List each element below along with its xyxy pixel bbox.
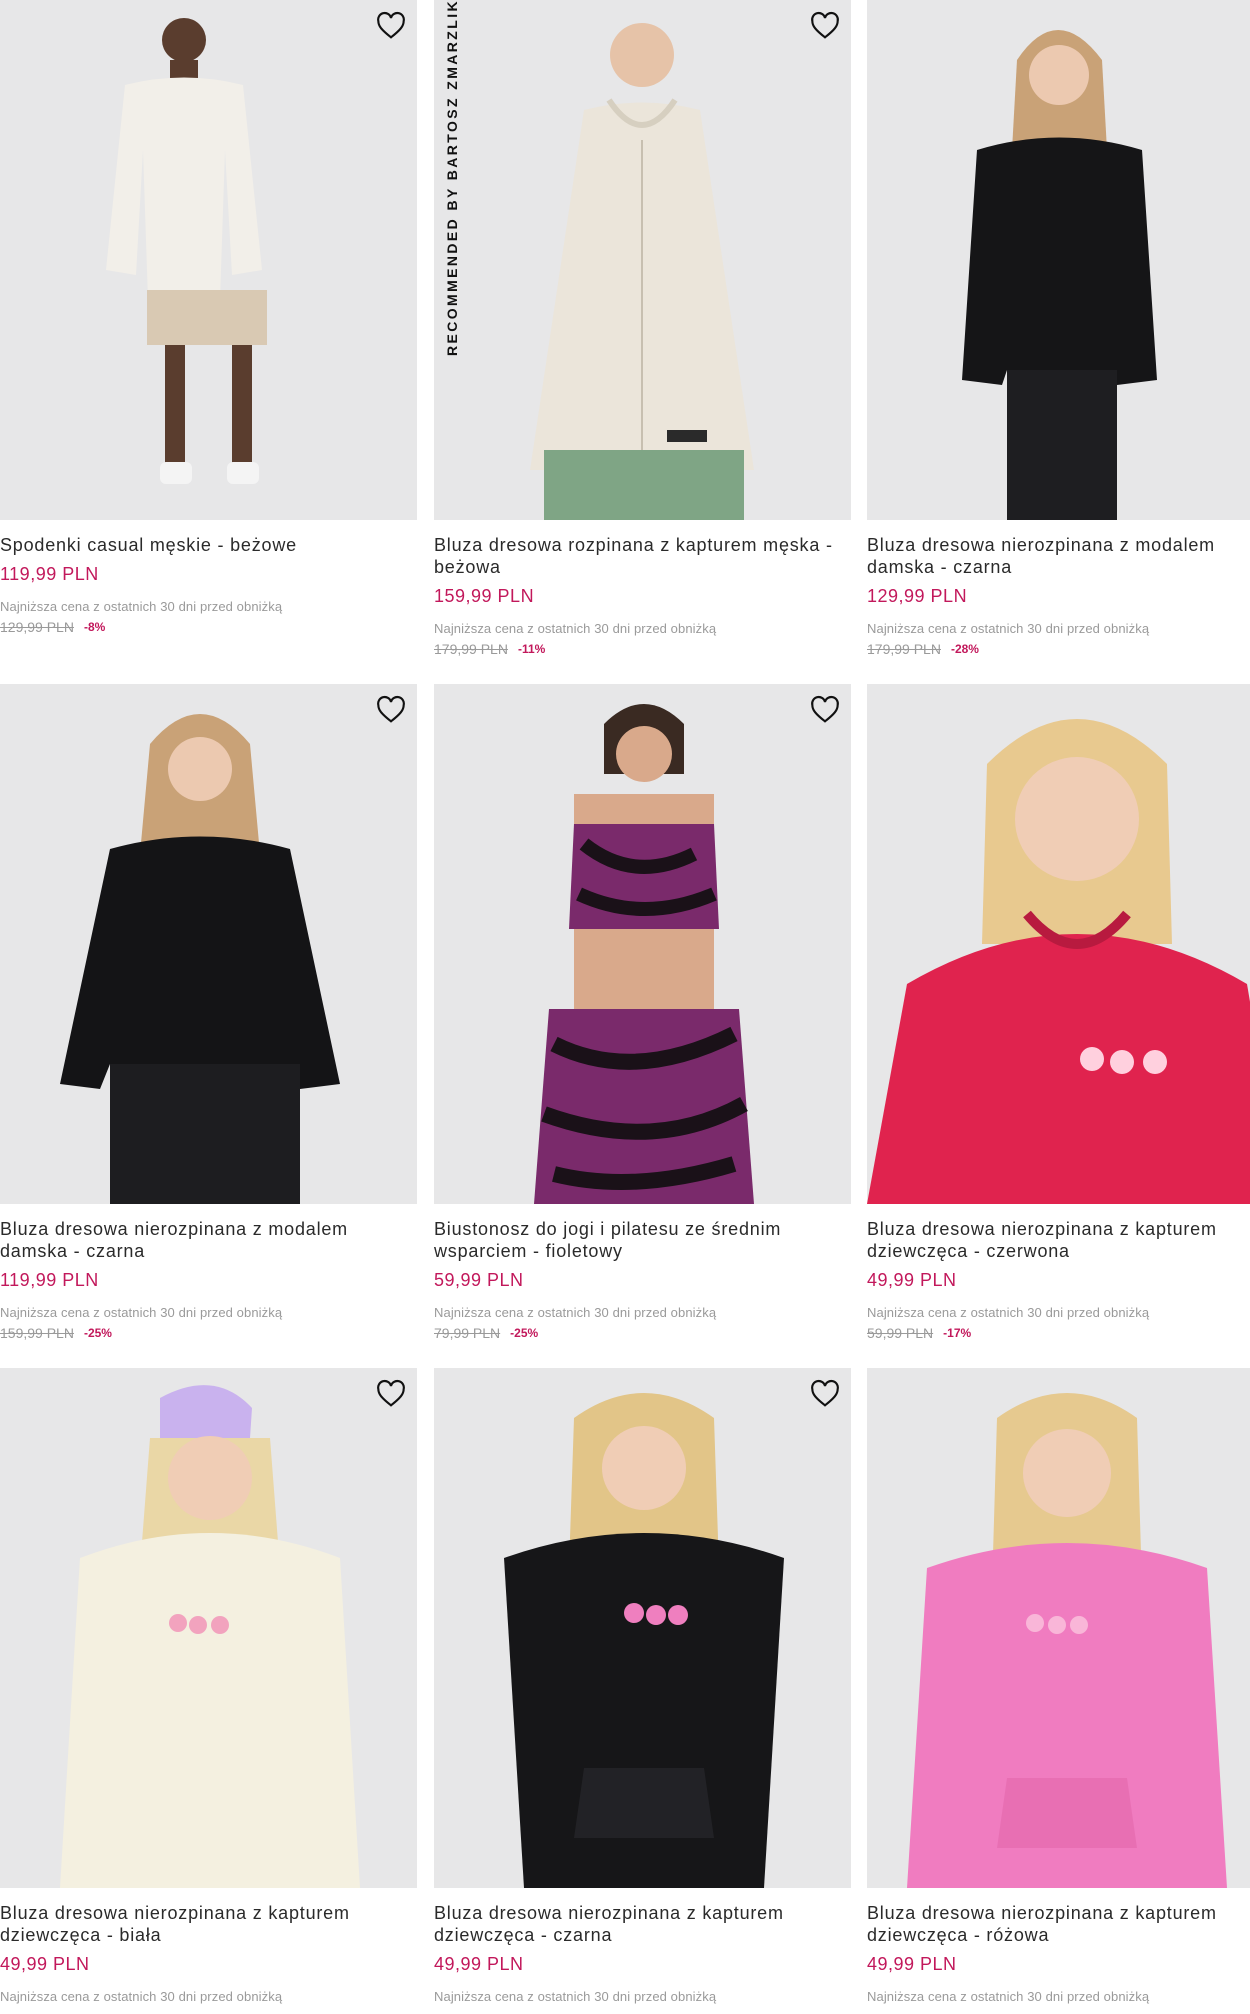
product-price: 49,99 PLN — [867, 1270, 957, 1290]
discount-badge: -28% — [950, 642, 979, 656]
product-image[interactable]: RECOMMENDED BY BARTOSZ ZMARZLIK — [434, 0, 851, 520]
product-price: 49,99 PLN — [867, 1954, 957, 1974]
discount-badge: -11% — [517, 642, 546, 656]
wishlist-button[interactable] — [807, 692, 843, 728]
old-price: 179,99 PLN — [867, 641, 941, 657]
old-price-row: 179,99 PLN -28% — [867, 641, 1250, 657]
lowest-price-label: Najniższa cena z ostatnich 30 dni przed … — [867, 1989, 1150, 2004]
wishlist-button[interactable] — [807, 1376, 843, 1412]
old-price-row: 179,99 PLN -11% — [434, 641, 851, 657]
discount-badge: -17% — [943, 1326, 972, 1340]
product-name[interactable]: Biustonosz do jogi i pilatesu ze średnim… — [434, 1218, 851, 1262]
wishlist-button[interactable] — [373, 8, 409, 44]
product-photo — [60, 1385, 360, 1888]
heart-outline-icon — [811, 1379, 839, 1407]
old-price: 179,99 PLN — [434, 641, 508, 657]
product-price: 129,99 PLN — [867, 586, 968, 606]
product-name[interactable]: Bluza dresowa nierozpinana z kapturem dz… — [0, 1902, 417, 1946]
heart-outline-icon — [811, 695, 839, 723]
wishlist-button[interactable] — [373, 692, 409, 728]
product-card[interactable]: Bluza dresowa nierozpinana z modalem dam… — [867, 0, 1250, 657]
old-price-row: 79,99 PLN -25% — [434, 1325, 851, 1341]
product-price: 49,99 PLN — [434, 1954, 524, 1974]
lowest-price-label: Najniższa cena z ostatnich 30 dni przed … — [0, 599, 283, 614]
recommended-tag-text: RECOMMENDED BY BARTOSZ ZMARZLIK — [444, 0, 460, 356]
old-price-row: 129,99 PLN -8% — [0, 619, 417, 635]
product-name[interactable]: Spodenki casual męskie - beżowe — [0, 534, 417, 556]
product-name[interactable]: Bluza dresowa nierozpinana z kapturem dz… — [867, 1902, 1250, 1946]
lowest-price-label: Najniższa cena z ostatnich 30 dni przed … — [434, 1305, 717, 1320]
lowest-price-label: Najniższa cena z ostatnich 30 dni przed … — [867, 621, 1150, 636]
product-price: 159,99 PLN — [434, 586, 535, 606]
lowest-price-label: Najniższa cena z ostatnich 30 dni przed … — [0, 1305, 283, 1320]
lowest-price-label: Najniższa cena z ostatnich 30 dni przed … — [0, 1989, 283, 2004]
product-price: 119,99 PLN — [0, 564, 99, 584]
wishlist-button[interactable] — [807, 8, 843, 44]
lowest-price-label: Najniższa cena z ostatnich 30 dni przed … — [434, 621, 717, 636]
old-price: 79,99 PLN — [434, 1325, 501, 1341]
old-price: 59,99 PLN — [867, 1325, 934, 1341]
old-price-row: 159,99 PLN -25% — [0, 1325, 417, 1341]
old-price: 129,99 PLN — [0, 619, 74, 635]
product-image[interactable] — [434, 684, 851, 1204]
wishlist-button[interactable] — [373, 1376, 409, 1412]
product-card[interactable]: RECOMMENDED BY BARTOSZ ZMARZLIK Bluza dr… — [434, 0, 851, 657]
product-card[interactable]: Spodenki casual męskie - beżowe 119,99 P… — [0, 0, 417, 635]
product-card[interactable]: Bluza dresowa nierozpinana z modalem dam… — [0, 684, 417, 1341]
product-image[interactable] — [0, 0, 417, 520]
product-card[interactable]: Bluza dresowa nierozpinana z kapturem dz… — [867, 684, 1250, 1341]
product-photo — [867, 719, 1250, 1204]
product-card[interactable]: Bluza dresowa nierozpinana z kapturem dz… — [434, 1368, 851, 2004]
discount-badge: -25% — [510, 1326, 539, 1340]
product-image[interactable] — [867, 0, 1250, 520]
product-photo — [60, 714, 340, 1204]
product-name[interactable]: Bluza dresowa nierozpinana z kapturem dz… — [867, 1218, 1250, 1262]
discount-badge: -8% — [83, 620, 106, 634]
product-image[interactable] — [434, 1368, 851, 1888]
product-price: 119,99 PLN — [0, 1270, 99, 1290]
product-card[interactable]: Bluza dresowa nierozpinana z kapturem dz… — [0, 1368, 417, 2004]
product-photo — [530, 23, 754, 520]
product-image[interactable] — [0, 684, 417, 1204]
product-price: 49,99 PLN — [0, 1954, 90, 1974]
product-photo — [907, 1393, 1227, 1888]
product-name[interactable]: Bluza dresowa rozpinana z kapturem męska… — [434, 534, 851, 578]
heart-outline-icon — [377, 11, 405, 39]
product-name[interactable]: Bluza dresowa nierozpinana z kapturem dz… — [434, 1902, 851, 1946]
product-photo — [534, 704, 754, 1204]
product-card[interactable]: Bluza dresowa nierozpinana z kapturem dz… — [867, 1368, 1250, 2004]
product-photo — [504, 1393, 784, 1888]
product-image[interactable] — [867, 1368, 1250, 1888]
heart-outline-icon — [377, 1379, 405, 1407]
heart-outline-icon — [811, 11, 839, 39]
product-grid: Spodenki casual męskie - beżowe 119,99 P… — [0, 0, 1250, 2014]
product-card[interactable]: Biustonosz do jogi i pilatesu ze średnim… — [434, 684, 851, 1341]
product-price: 59,99 PLN — [434, 1270, 524, 1290]
product-photo — [962, 30, 1157, 520]
product-name[interactable]: Bluza dresowa nierozpinana z modalem dam… — [867, 534, 1250, 578]
discount-badge: -25% — [83, 1326, 112, 1340]
product-image[interactable] — [0, 1368, 417, 1888]
recommended-tag: RECOMMENDED BY BARTOSZ ZMARZLIK — [444, 0, 464, 356]
product-photo — [106, 18, 267, 484]
lowest-price-label: Najniższa cena z ostatnich 30 dni przed … — [867, 1305, 1150, 1320]
lowest-price-label: Najniższa cena z ostatnich 30 dni przed … — [434, 1989, 717, 2004]
heart-outline-icon — [377, 695, 405, 723]
product-name[interactable]: Bluza dresowa nierozpinana z modalem dam… — [0, 1218, 417, 1262]
old-price-row: 59,99 PLN -17% — [867, 1325, 1250, 1341]
old-price: 159,99 PLN — [0, 1325, 74, 1341]
product-image[interactable] — [867, 684, 1250, 1204]
